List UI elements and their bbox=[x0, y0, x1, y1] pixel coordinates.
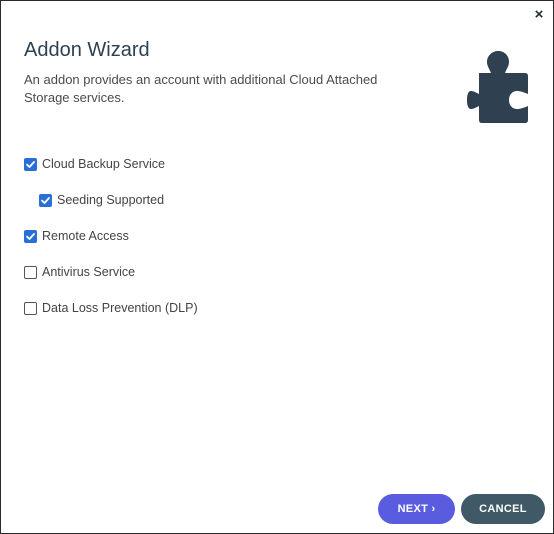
checkbox-unchecked-icon[interactable] bbox=[24, 301, 37, 315]
checkbox-checked-icon[interactable] bbox=[24, 157, 37, 171]
option-label: Remote Access bbox=[42, 229, 129, 243]
option-label: Cloud Backup Service bbox=[42, 157, 165, 171]
option-label: Seeding Supported bbox=[57, 193, 165, 207]
option-remote-access[interactable]: Remote Access bbox=[24, 229, 129, 243]
puzzle-piece-icon bbox=[467, 51, 528, 123]
checkbox-checked-icon[interactable] bbox=[24, 229, 37, 243]
option-label: Data Loss Prevention (DLP) bbox=[42, 301, 198, 315]
option-seeding-supported[interactable]: Seeding Supported bbox=[39, 193, 164, 207]
cancel-button[interactable]: CANCEL bbox=[461, 494, 545, 524]
addon-wizard-dialog: × Addon Wizard An addon provides an acco… bbox=[0, 0, 554, 534]
option-cloud-backup-service[interactable]: Cloud Backup Service bbox=[24, 157, 165, 171]
option-label: Antivirus Service bbox=[42, 265, 136, 279]
checkbox-checked-icon[interactable] bbox=[39, 193, 52, 207]
dialog-title: Addon Wizard bbox=[24, 39, 150, 61]
close-icon[interactable]: × bbox=[531, 7, 547, 23]
option-data-loss-prevention[interactable]: Data Loss Prevention (DLP) bbox=[24, 301, 198, 315]
checkbox-unchecked-icon[interactable] bbox=[24, 265, 37, 279]
dialog-description: An addon provides an account with additi… bbox=[24, 72, 378, 105]
next-button[interactable]: NEXT › bbox=[378, 494, 455, 524]
option-antivirus-service[interactable]: Antivirus Service bbox=[24, 265, 135, 279]
